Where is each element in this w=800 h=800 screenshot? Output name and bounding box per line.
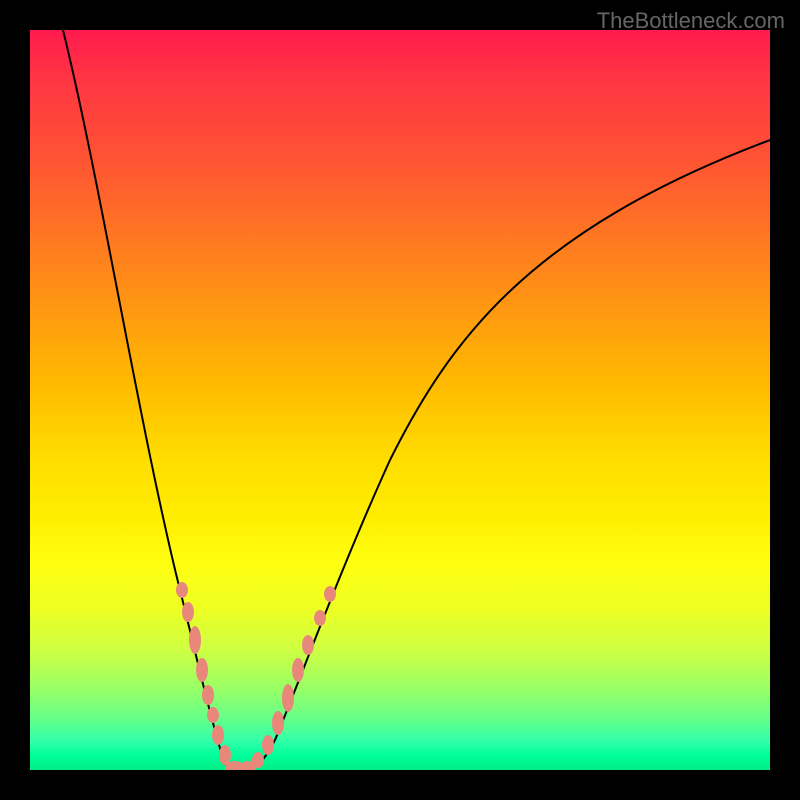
chart-marker: [182, 602, 194, 622]
watermark-text: TheBottleneck.com: [597, 8, 785, 34]
chart-marker: [196, 658, 208, 682]
chart-marker: [324, 586, 336, 602]
chart-marker: [302, 635, 314, 655]
chart-marker: [272, 711, 284, 735]
chart-marker: [282, 684, 294, 712]
chart-marker: [189, 626, 201, 654]
chart-markers-group: [176, 582, 336, 770]
chart-svg: [30, 30, 770, 770]
chart-marker: [262, 735, 274, 755]
chart-marker: [252, 752, 264, 768]
chart-marker: [219, 745, 231, 765]
chart-plot-area: [30, 30, 770, 770]
chart-curve-line: [63, 30, 770, 770]
chart-marker: [176, 582, 188, 598]
chart-marker: [207, 707, 219, 723]
chart-marker: [314, 610, 326, 626]
chart-marker: [292, 658, 304, 682]
chart-marker: [202, 685, 214, 705]
chart-marker: [212, 725, 224, 745]
